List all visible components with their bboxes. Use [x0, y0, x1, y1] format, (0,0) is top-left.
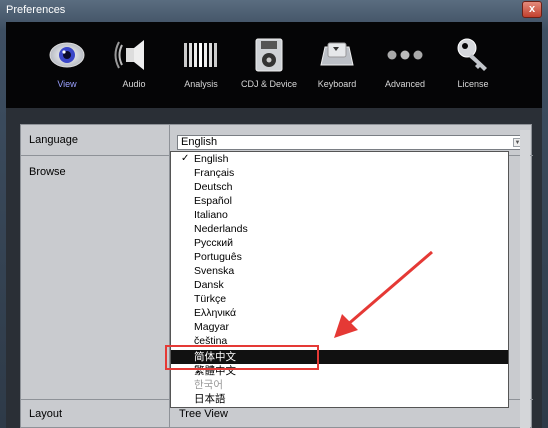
annotation-arrow-icon	[334, 250, 433, 338]
preferences-window: Preferences x View Audio Analysis CDJ & …	[0, 0, 548, 428]
